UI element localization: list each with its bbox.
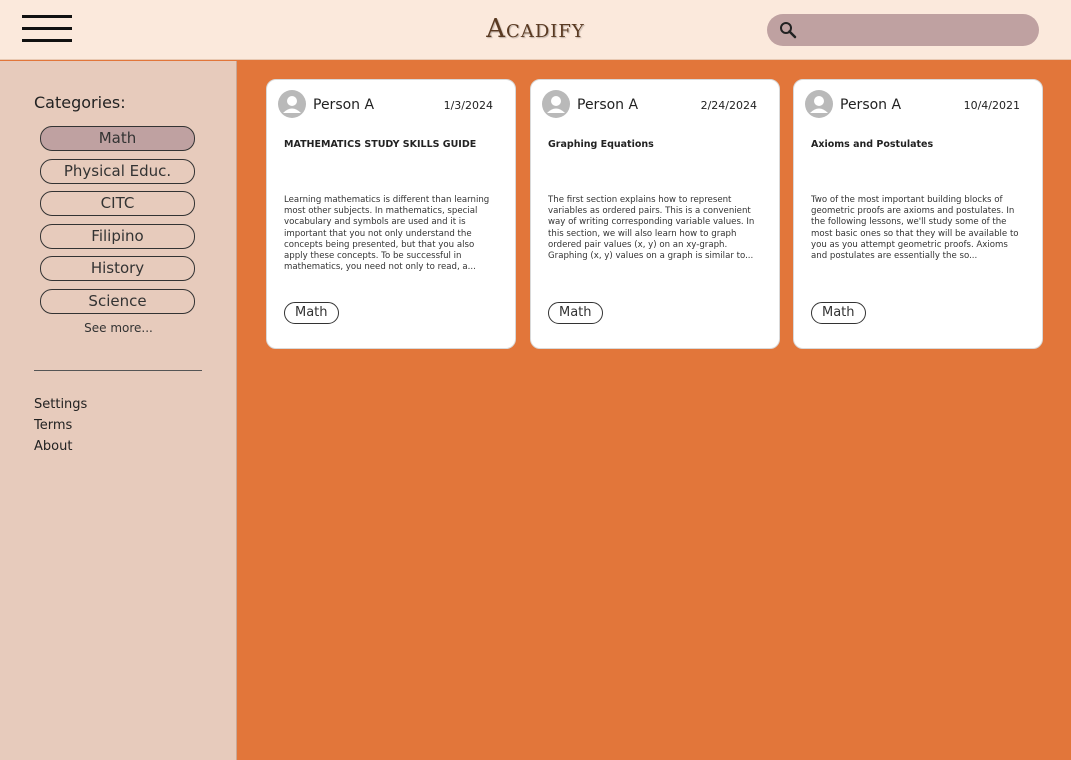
category-filipino[interactable]: Filipino xyxy=(40,224,195,249)
post-tag[interactable]: Math xyxy=(284,302,339,324)
avatar-icon xyxy=(278,90,306,118)
post-title: MATHEMATICS STUDY SKILLS GUIDE xyxy=(284,139,477,150)
post-title: Axioms and Postulates xyxy=(811,139,934,150)
categories-heading: Categories: xyxy=(34,93,126,112)
post-title: Graphing Equations xyxy=(548,139,654,150)
category-physical-educ[interactable]: Physical Educ. xyxy=(40,159,195,184)
post-date: 2/24/2024 xyxy=(700,99,757,112)
post-author: Person A xyxy=(840,97,902,113)
sidebar: Categories: Math Physical Educ. CITC Fil… xyxy=(0,61,237,760)
top-bar: Acadify xyxy=(0,0,1071,60)
post-tag[interactable]: Math xyxy=(811,302,866,324)
sidebar-divider xyxy=(34,370,202,371)
category-history[interactable]: History xyxy=(40,256,195,281)
avatar-icon xyxy=(542,90,570,118)
search-input[interactable] xyxy=(807,18,1027,42)
post-card[interactable]: Person A 1/3/2024 MATHEMATICS STUDY SKIL… xyxy=(266,79,516,349)
search-bar[interactable] xyxy=(767,14,1039,46)
about-link[interactable]: About xyxy=(34,439,72,454)
post-card[interactable]: Person A 10/4/2021 Axioms and Postulates… xyxy=(793,79,1043,349)
post-author: Person A xyxy=(577,97,639,113)
category-math[interactable]: Math xyxy=(40,126,195,151)
avatar-icon xyxy=(805,90,833,118)
category-science[interactable]: Science xyxy=(40,289,195,314)
post-tag[interactable]: Math xyxy=(548,302,603,324)
post-excerpt: The first section explains how to repres… xyxy=(548,195,755,262)
settings-link[interactable]: Settings xyxy=(34,397,87,412)
post-excerpt: Learning mathematics is different than l… xyxy=(284,195,490,273)
post-date: 1/3/2024 xyxy=(443,99,493,112)
category-citc[interactable]: CITC xyxy=(40,191,195,216)
post-date: 10/4/2021 xyxy=(963,99,1020,112)
see-more-link[interactable]: See more... xyxy=(0,321,237,335)
post-excerpt: Two of the most important building block… xyxy=(811,195,1019,262)
post-card[interactable]: Person A 2/24/2024 Graphing Equations Th… xyxy=(530,79,780,349)
post-author: Person A xyxy=(313,97,375,113)
search-icon xyxy=(780,22,797,39)
terms-link[interactable]: Terms xyxy=(34,418,72,433)
hamburger-icon[interactable] xyxy=(22,15,72,43)
